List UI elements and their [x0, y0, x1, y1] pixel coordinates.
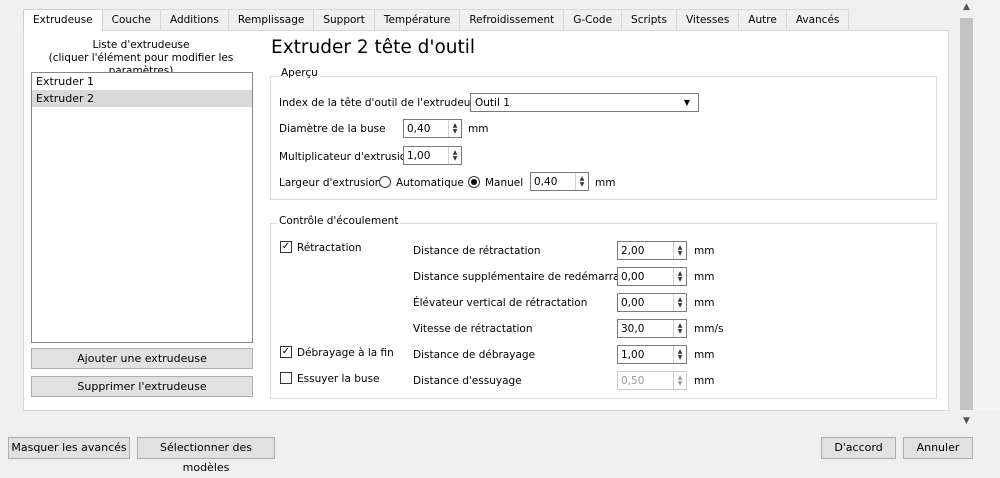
- retraction-distance-value: 2,00: [621, 244, 645, 257]
- nozzle-diameter-unit: mm: [468, 123, 489, 135]
- check-icon: ✓: [281, 241, 291, 252]
- tab-temperature[interactable]: Température: [373, 9, 461, 30]
- retraction-lift-unit: mm: [694, 297, 715, 309]
- auto-radio-label: Automatique: [396, 177, 464, 189]
- coast-label: Débrayage à la fin: [297, 347, 394, 359]
- retraction-speed-spinbox[interactable]: 30,0 ▲ ▼: [617, 319, 687, 338]
- tab-avances[interactable]: Avancés: [785, 9, 850, 30]
- page-title: Extruder 2 tête d'outil: [271, 37, 476, 58]
- extrusion-width-spinbox[interactable]: 0,40 ▲ ▼: [530, 172, 589, 191]
- auto-radio[interactable]: [379, 176, 391, 188]
- spin-arrows-icon[interactable]: ▲ ▼: [673, 320, 686, 337]
- tab-extrudeuse[interactable]: Extrudeuse: [23, 9, 103, 31]
- tab-refroidissement[interactable]: Refroidissement: [459, 9, 565, 30]
- spin-arrows-icon[interactable]: ▲ ▼: [673, 268, 686, 285]
- ok-button[interactable]: D'accord: [821, 437, 896, 459]
- check-icon: ✓: [281, 346, 291, 357]
- spin-arrows-icon[interactable]: ▲ ▼: [673, 242, 686, 259]
- chevron-down-icon: ▼: [683, 98, 690, 107]
- spin-arrows-icon[interactable]: ▲ ▼: [673, 294, 686, 311]
- wipe-label: Essuyer la buse: [297, 373, 380, 385]
- extrusion-multiplier-value: 1,00: [407, 149, 431, 162]
- coast-distance-value: 1,00: [621, 348, 645, 361]
- retraction-lift-spinbox[interactable]: 0,00 ▲ ▼: [617, 293, 687, 312]
- list-item-extruder-2[interactable]: Extruder 2: [32, 90, 252, 107]
- flow-control-group-title: Contrôle d'écoulement: [277, 215, 401, 227]
- extra-restart-distance-spinbox[interactable]: 0,00 ▲ ▼: [617, 267, 687, 286]
- tab-vitesses[interactable]: Vitesses: [675, 9, 740, 30]
- retraction-label: Rétractation: [297, 242, 362, 254]
- extrusion-multiplier-spinbox[interactable]: 1,00 ▲ ▼: [403, 146, 462, 165]
- tab-scripts[interactable]: Scripts: [621, 9, 677, 30]
- toolhead-index-label: Index de la tête d'outil de l'extrudeuse: [279, 97, 483, 109]
- tab-gcode[interactable]: G-Code: [563, 9, 623, 30]
- cancel-button[interactable]: Annuler: [903, 437, 973, 459]
- coast-checkbox[interactable]: ✓: [280, 346, 292, 358]
- wipe-distance-label: Distance d'essuyage: [413, 375, 522, 387]
- nozzle-diameter-spinbox[interactable]: 0,40 ▲ ▼: [403, 119, 462, 138]
- wipe-distance-unit: mm: [694, 375, 715, 387]
- scroll-up-icon[interactable]: ▲: [958, 2, 975, 12]
- tab-couche[interactable]: Couche: [101, 9, 161, 30]
- retraction-checkbox[interactable]: ✓: [280, 241, 292, 253]
- retraction-speed-unit: mm/s: [694, 323, 724, 335]
- extra-restart-distance-unit: mm: [694, 271, 715, 283]
- select-models-button[interactable]: Sélectionner des modèles: [137, 437, 275, 474]
- radio-selected-dot: [471, 179, 477, 185]
- tab-bar: Extrudeuse Couche Additions Remplissage …: [23, 9, 850, 31]
- extrusion-multiplier-label: Multiplicateur d'extrusion: [279, 151, 413, 163]
- tab-support[interactable]: Support: [313, 9, 375, 30]
- extruder-list-title-line1: Liste d'extrudeuse: [92, 39, 190, 51]
- extruder-list[interactable]: Extruder 1 Extruder 2: [31, 72, 253, 343]
- retraction-distance-unit: mm: [694, 245, 715, 257]
- extra-restart-distance-label: Distance supplémentaire de redémarrage: [413, 271, 633, 283]
- spin-arrows-icon[interactable]: ▲ ▼: [673, 372, 686, 389]
- spin-arrows-icon[interactable]: ▲ ▼: [448, 120, 461, 137]
- extrusion-width-unit: mm: [595, 177, 616, 189]
- tab-remplissage[interactable]: Remplissage: [227, 9, 315, 30]
- retraction-speed-value: 30,0: [621, 322, 645, 335]
- extrusion-width-label: Largeur d'extrusion: [279, 177, 382, 189]
- manual-radio[interactable]: [468, 176, 480, 188]
- retraction-distance-label: Distance de rétractation: [413, 245, 541, 257]
- retraction-lift-value: 0,00: [621, 296, 645, 309]
- extrusion-width-value: 0,40: [534, 175, 558, 188]
- add-extruder-button[interactable]: Ajouter une extrudeuse: [31, 348, 253, 369]
- retraction-distance-spinbox[interactable]: 2,00 ▲ ▼: [617, 241, 687, 260]
- wipe-distance-spinbox[interactable]: 0,50 ▲ ▼: [617, 371, 687, 390]
- retraction-lift-label: Élévateur vertical de rétractation: [413, 297, 588, 309]
- hide-advanced-button[interactable]: Masquer les avancés: [8, 437, 130, 459]
- nozzle-diameter-label: Diamètre de la buse: [279, 123, 386, 135]
- window-edge-strip: [975, 0, 1000, 410]
- extra-restart-distance-value: 0,00: [621, 270, 645, 283]
- toolhead-index-value: Outil 1: [475, 96, 510, 109]
- retraction-speed-label: Vitesse de rétractation: [413, 323, 533, 335]
- coast-distance-label: Distance de débrayage: [413, 349, 536, 361]
- toolhead-index-select[interactable]: Outil 1 ▼: [470, 93, 699, 112]
- spin-arrows-icon[interactable]: ▲ ▼: [575, 173, 588, 190]
- scroll-down-icon[interactable]: ▼: [958, 416, 975, 426]
- scrollbar-thumb[interactable]: [960, 18, 973, 410]
- tab-autre[interactable]: Autre: [738, 9, 787, 30]
- overview-group-title: Aperçu: [279, 67, 320, 79]
- remove-extruder-button[interactable]: Supprimer l'extrudeuse: [31, 376, 253, 397]
- wipe-checkbox[interactable]: [280, 372, 292, 384]
- list-item-extruder-1[interactable]: Extruder 1: [32, 73, 252, 90]
- coast-distance-spinbox[interactable]: 1,00 ▲ ▼: [617, 345, 687, 364]
- coast-distance-unit: mm: [694, 349, 715, 361]
- manual-radio-label: Manuel: [485, 177, 524, 189]
- spin-arrows-icon[interactable]: ▲ ▼: [448, 147, 461, 164]
- spin-arrows-icon[interactable]: ▲ ▼: [673, 346, 686, 363]
- tab-additions[interactable]: Additions: [159, 9, 229, 30]
- wipe-distance-value: 0,50: [621, 374, 645, 387]
- nozzle-diameter-value: 0,40: [407, 122, 431, 135]
